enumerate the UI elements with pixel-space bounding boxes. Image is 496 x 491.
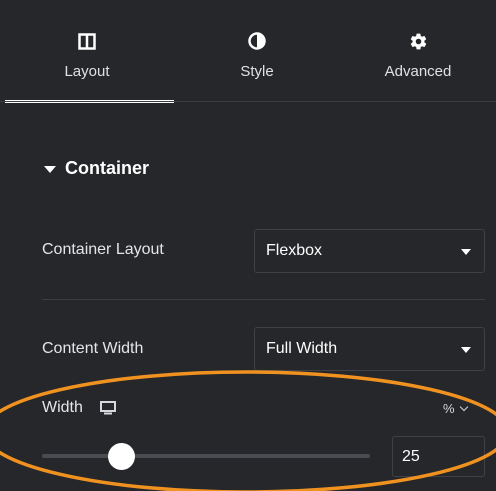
tab-advanced[interactable]: Advanced [340,0,496,103]
caret-down-icon [44,165,56,173]
editor-panel: Layout Style Advanced Container Containe… [0,0,496,491]
tab-layout[interactable]: Layout [0,0,174,103]
chevron-down-icon [461,249,471,255]
content-width-value: Full Width [266,340,338,357]
half-circle-icon [248,31,266,51]
desktop-icon[interactable] [99,401,116,415]
container-layout-value: Flexbox [266,242,323,259]
width-slider-track[interactable] [42,454,370,458]
width-slider-thumb[interactable] [108,443,135,470]
container-layout-label: Container Layout [42,241,164,258]
tab-layout-label: Layout [64,63,110,80]
section-title: Container [65,158,150,178]
divider [42,299,485,300]
unit-value: % [443,401,455,416]
unit-select[interactable]: % [443,401,468,416]
tab-advanced-label: Advanced [384,63,452,80]
panel-tabs: Layout Style Advanced [0,0,496,103]
tab-style[interactable]: Style [174,0,340,103]
chevron-down-icon [459,402,468,411]
columns-icon [78,31,96,51]
width-label: Width [42,399,83,416]
width-label-row: Width [42,399,116,417]
tabs-divider [0,101,496,102]
content-width-label: Content Width [42,340,144,357]
container-layout-select[interactable]: Flexbox [254,229,485,273]
chevron-down-icon [461,347,471,353]
section-container-toggle[interactable]: Container [44,158,149,179]
content-width-select[interactable]: Full Width [254,327,485,371]
tab-style-label: Style [240,63,274,80]
gear-icon [409,31,428,51]
width-number-input[interactable] [392,436,485,477]
